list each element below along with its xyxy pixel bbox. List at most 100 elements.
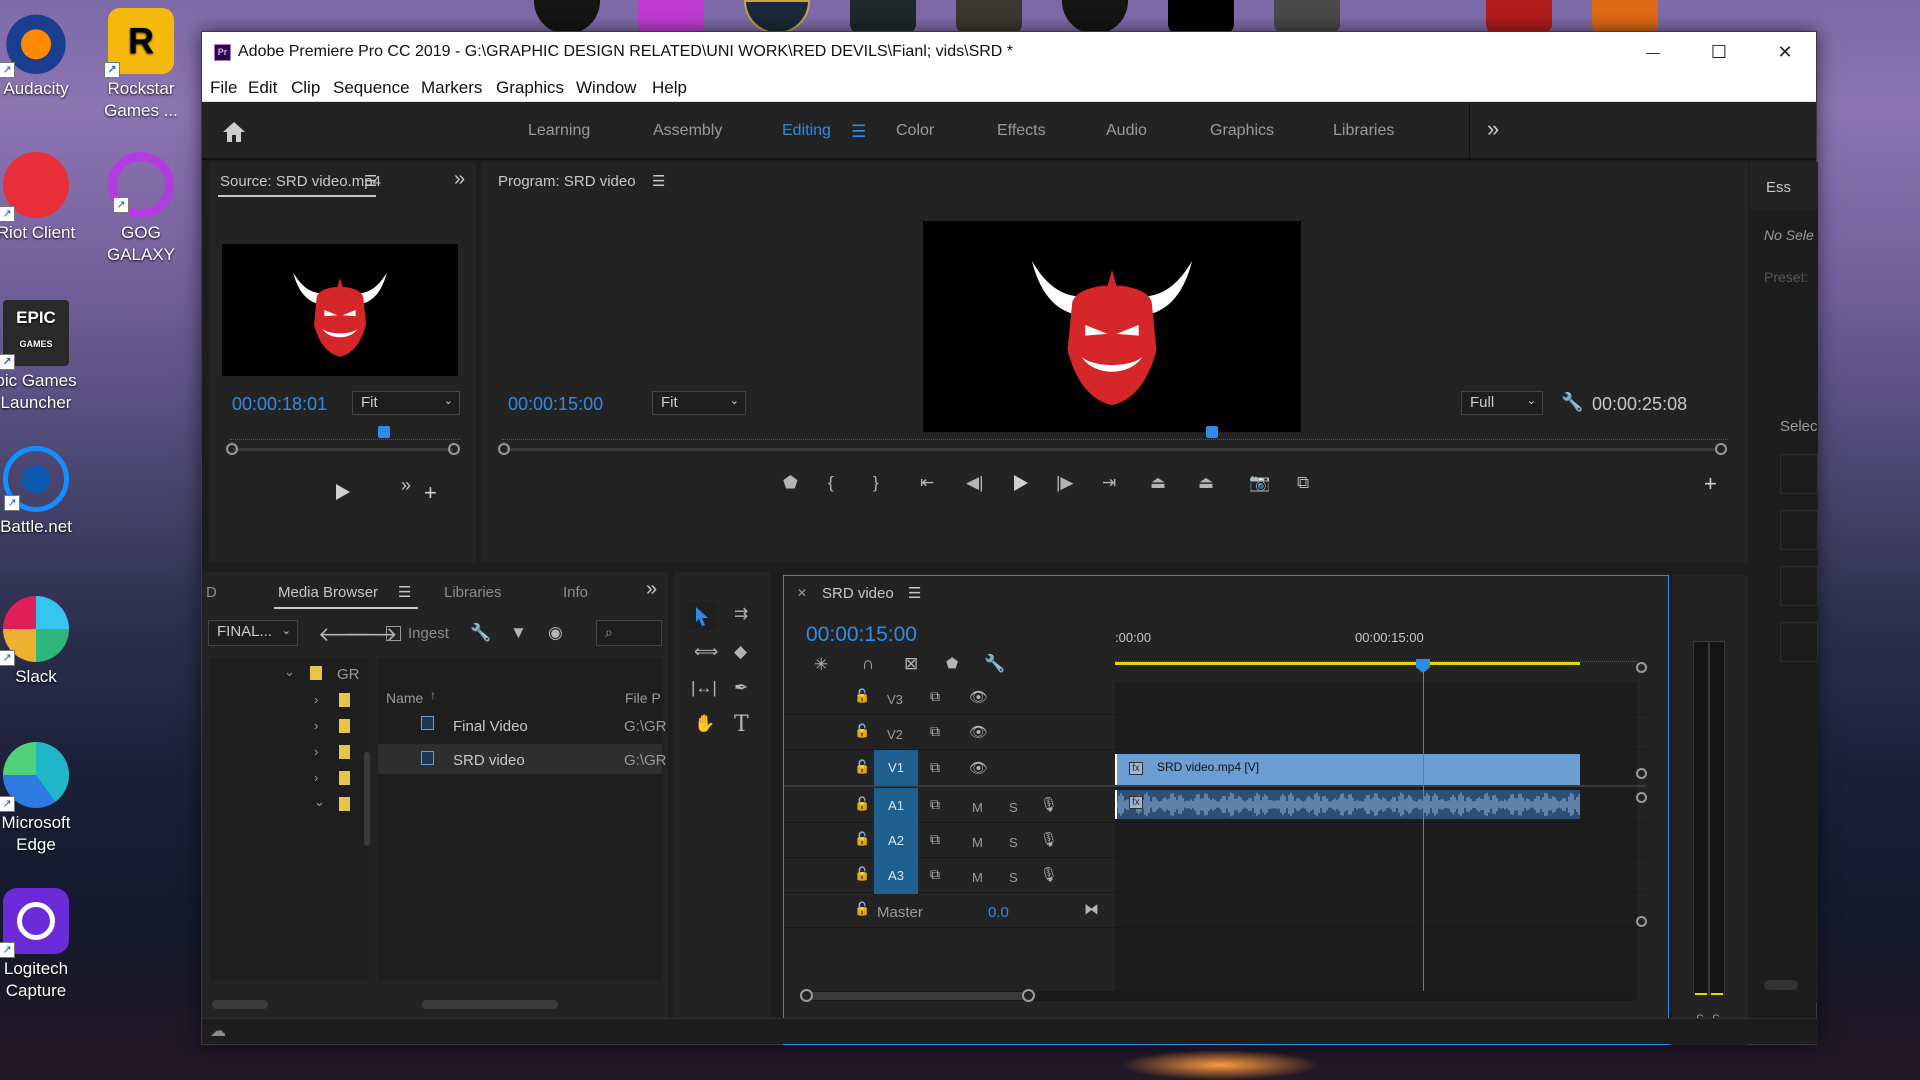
linked-selection-icon[interactable]: ⊠ [904, 654, 918, 674]
essential-graphics-title[interactable]: Ess [1766, 179, 1791, 196]
workspace-tab-color[interactable]: Color [896, 122, 934, 140]
menu-help[interactable]: Help [652, 78, 687, 98]
sequence-tab-title[interactable]: SRD video [822, 585, 894, 602]
mute-button[interactable]: M [972, 800, 983, 815]
desktop-icon-gog[interactable]: ↗ GOG GALAXY [91, 152, 191, 266]
comparison-view-icon[interactable]: ⧉ [1297, 473, 1309, 493]
file-list-hscrollbar[interactable] [422, 1000, 558, 1009]
track-label-v2[interactable]: V2 [887, 727, 903, 742]
master-collapse-icon[interactable]: ⧓ [1084, 900, 1099, 918]
timeline-zoom-handle-left[interactable] [800, 989, 813, 1002]
desktop-icon-riot[interactable]: ↗ Riot Client [0, 152, 86, 244]
workspace-tab-assembly[interactable]: Assembly [653, 122, 722, 140]
close-button[interactable]: ✕ [1752, 32, 1818, 72]
audio-scroll-handle-bottom[interactable] [1636, 916, 1647, 927]
desktop-icon-epic[interactable]: EPIC GAMES ↗ pic Games Launcher [0, 300, 86, 414]
workspace-tab-graphics[interactable]: Graphics [1210, 122, 1274, 140]
essential-field-1[interactable] [1780, 454, 1818, 494]
sync-lock-icon[interactable]: ⧉ [930, 688, 940, 705]
desktop-icon-top-9[interactable] [1380, 0, 1446, 34]
wrench-icon[interactable]: 🔧 [1561, 392, 1583, 413]
chevron-right-icon[interactable]: › [314, 718, 318, 733]
export-frame-icon[interactable]: 📷 [1249, 473, 1270, 493]
add-marker-icon[interactable]: ⬟ [783, 473, 798, 493]
program-fit-dropdown[interactable]: Fit ⌄ [652, 391, 746, 415]
timeline-zoom-handle-right[interactable] [1022, 989, 1035, 1002]
tab-libraries[interactable]: Libraries [444, 584, 502, 601]
mute-button[interactable]: M [972, 870, 983, 885]
source-more-icon[interactable]: » [454, 168, 465, 191]
track-label-a3[interactable]: A3 [874, 858, 918, 894]
video-scroll-handle-top[interactable] [1636, 662, 1647, 673]
desktop-icon-battlenet[interactable]: ↗ Battle.net [0, 446, 86, 538]
desktop-icon-logitech[interactable]: ↗ Logitech Capture [0, 888, 86, 1002]
track-label-v1[interactable]: V1 [874, 750, 918, 786]
track-label-a1[interactable]: A1 [874, 788, 918, 824]
desktop-icon-top-8[interactable] [1274, 0, 1340, 34]
essential-field-4[interactable] [1780, 622, 1818, 662]
pen-tool-icon[interactable]: ✒ [734, 678, 748, 698]
maximize-button[interactable]: ☐ [1686, 32, 1752, 72]
desktop-icon-top-11[interactable] [1592, 0, 1658, 34]
go-to-in-icon[interactable]: ⇤ [920, 473, 934, 493]
essential-field-2[interactable] [1780, 510, 1818, 550]
filter-icon[interactable]: ▼ [510, 623, 527, 643]
search-input[interactable]: ⌕ [596, 620, 662, 646]
program-zoom-bar[interactable] [506, 448, 1716, 451]
path-dropdown[interactable]: FINAL... ⌄ [208, 620, 298, 646]
media-browser-menu-icon[interactable]: ☰ [398, 583, 411, 601]
workspace-tab-libraries[interactable]: Libraries [1333, 122, 1394, 140]
go-to-out-icon[interactable]: ⇥ [1102, 473, 1116, 493]
step-back-icon[interactable]: ◀| [966, 473, 984, 493]
desktop-icon-top-10[interactable] [1486, 0, 1552, 34]
sync-lock-icon[interactable]: ⧉ [930, 831, 940, 848]
chevron-right-icon[interactable]: › [314, 692, 318, 707]
mark-out-icon[interactable]: } [873, 473, 879, 493]
mark-in-icon[interactable]: { [828, 473, 834, 493]
desktop-icon-top-2[interactable] [638, 0, 704, 34]
program-timecode[interactable]: 00:00:15:00 [508, 394, 603, 415]
program-monitor-title[interactable]: Program: SRD video [498, 173, 636, 190]
chevron-down-icon[interactable]: ⌄ [284, 664, 295, 680]
close-icon[interactable]: ✕ [797, 586, 807, 600]
menu-edit[interactable]: Edit [248, 78, 277, 98]
desktop-icon-top-7[interactable] [1168, 0, 1234, 34]
step-forward-icon[interactable]: |▶ [1056, 473, 1074, 493]
source-playhead[interactable] [378, 426, 390, 438]
slip-tool-icon[interactable]: |↔| [691, 678, 717, 698]
hand-tool-icon[interactable]: ✋ [694, 714, 715, 734]
creative-cloud-icon[interactable]: ☁ [210, 1021, 226, 1041]
menu-clip[interactable]: Clip [291, 78, 320, 98]
source-fit-dropdown[interactable]: Fit ⌄ [352, 391, 460, 415]
source-add-button-icon[interactable]: + [424, 480, 437, 506]
mute-button[interactable]: M [972, 835, 983, 850]
desktop-icon-top-3[interactable] [744, 0, 810, 34]
solo-button[interactable]: S [1009, 870, 1018, 885]
lock-icon[interactable]: 🔓 [854, 688, 870, 704]
home-icon[interactable] [221, 120, 247, 144]
video-clip[interactable]: fx SRD video.mp4 [V] [1115, 754, 1580, 785]
wrench-icon[interactable]: 🔧 [984, 654, 1005, 674]
program-resolution-dropdown[interactable]: Full ⌄ [1461, 391, 1543, 415]
lock-icon[interactable]: 🔓 [854, 723, 870, 739]
desktop-icon-edge[interactable]: ↗ Microsoft Edge [0, 742, 86, 856]
source-timecode[interactable]: 00:00:18:01 [232, 394, 327, 415]
workspace-tab-learning[interactable]: Learning [528, 122, 590, 140]
desktop-icon-top-5[interactable] [956, 0, 1022, 34]
solo-button[interactable]: S [1009, 800, 1018, 815]
source-zoom-handle-right[interactable] [448, 443, 460, 455]
source-zoom-handle-left[interactable] [226, 443, 238, 455]
microphone-icon[interactable]: 🎙 [1040, 831, 1058, 848]
time-ruler[interactable]: :00:00 00:00:15:00 [1115, 616, 1637, 676]
source-ruler[interactable] [230, 430, 460, 440]
name-column-header[interactable]: Name [386, 690, 423, 706]
track-label-v3[interactable]: V3 [887, 692, 903, 707]
eye-icon[interactable]: 👁 [969, 759, 988, 777]
timeline-zoom-range[interactable] [808, 992, 1028, 1000]
tree-root-label[interactable]: GR [337, 666, 360, 683]
play-icon[interactable] [335, 483, 351, 501]
timeline-playhead-line[interactable] [1423, 672, 1424, 1000]
lift-icon[interactable]: ⏏ [1150, 473, 1166, 493]
ingest-checkbox[interactable] [386, 626, 401, 641]
razor-tool-icon[interactable]: ◆ [734, 642, 747, 662]
